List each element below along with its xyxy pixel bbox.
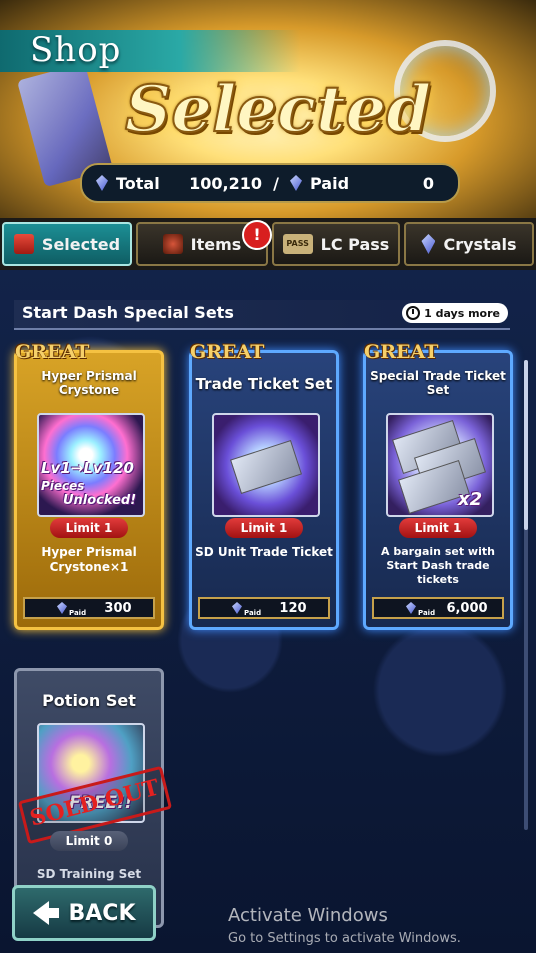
- scrollbar-thumb[interactable]: [524, 360, 528, 530]
- price-label: Paid: [244, 609, 262, 617]
- shop-card-trade-ticket-set[interactable]: GREAT Trade Ticket Set Limit 1 SD Unit T…: [189, 341, 339, 630]
- card-description: SD Training Set: [36, 867, 142, 881]
- price-box: Paid 120: [198, 597, 330, 619]
- pieces-overlay: Pieces: [41, 479, 85, 493]
- scrollbar[interactable]: [524, 360, 528, 830]
- shop-tabs: Selected Items ! PASS LC Pass Crystals: [0, 218, 536, 270]
- limit-badge: Limit 1: [50, 518, 128, 538]
- gift-box-icon: [13, 234, 34, 254]
- crystone-image: Lv1→Lv120 Pieces Unlocked!: [37, 413, 145, 517]
- currency-bar: Total 100,210 / Paid 0: [80, 163, 460, 203]
- back-label: BACK: [68, 900, 136, 926]
- clock-icon: [406, 306, 421, 320]
- total-label: Total: [116, 173, 160, 193]
- banner-title: Selected: [124, 71, 432, 148]
- level-overlay: Lv1→Lv120: [41, 459, 134, 477]
- paid-crystal-icon: [232, 602, 242, 614]
- paid-value: 0: [422, 173, 434, 193]
- shop-banner: Shop Selected Total 100,210 / Paid 0: [0, 0, 536, 218]
- tab-label: Selected: [41, 234, 121, 254]
- card-title: Potion Set: [42, 691, 136, 710]
- tab-label: Crystals: [443, 234, 517, 254]
- card-description: Hyper Prismal Crystone×1: [41, 545, 137, 574]
- crystal-icon: [421, 234, 436, 254]
- activation-watermark-title: Activate Windows: [228, 905, 388, 926]
- trade-ticket-image: [212, 413, 320, 517]
- ticket-icon: [230, 439, 302, 495]
- currency-separator: /: [273, 173, 279, 193]
- section-header: Start Dash Special Sets 1 days more: [14, 300, 510, 330]
- card-title: Special Trade Ticket Set: [370, 369, 506, 397]
- card-title: Hyper Prismal Crystone: [41, 369, 137, 397]
- price-value: 120: [279, 600, 307, 616]
- price-label: Paid: [69, 609, 87, 617]
- price-value: 300: [104, 600, 132, 616]
- limit-badge: Limit 0: [50, 831, 128, 851]
- shop-card-hyper-prismal[interactable]: GREAT Hyper Prismal Crystone Lv1→Lv120 P…: [14, 341, 164, 630]
- great-badge: GREAT: [364, 341, 439, 363]
- pass-ticket-icon: PASS: [282, 234, 313, 254]
- alert-badge: !: [242, 220, 272, 250]
- limit-badge: Limit 1: [399, 518, 477, 538]
- card-title: Trade Ticket Set: [195, 375, 333, 393]
- tab-label: LC Pass: [320, 234, 390, 254]
- shop-title: Shop: [30, 30, 122, 70]
- paid-label: Paid: [310, 173, 350, 193]
- unlocked-overlay: Unlocked!: [63, 493, 137, 508]
- quantity-overlay: x2: [458, 489, 483, 510]
- paid-crystal-icon: [57, 602, 67, 614]
- items-icon: [162, 234, 183, 254]
- card-description: SD Unit Trade Ticket: [195, 545, 333, 559]
- paid-crystal-icon: [406, 602, 416, 614]
- tab-selected[interactable]: Selected: [2, 222, 132, 266]
- price-value: 6,000: [446, 600, 488, 616]
- card-description: A bargain set with Start Dash trade tick…: [381, 545, 495, 586]
- special-ticket-image: x2: [386, 413, 494, 517]
- back-button[interactable]: BACK: [12, 885, 156, 941]
- paid-crystal-icon: [290, 175, 302, 191]
- price-box: Paid 6,000: [372, 597, 504, 619]
- tab-crystals[interactable]: Crystals: [404, 222, 534, 266]
- tab-lc-pass[interactable]: PASS LC Pass: [272, 222, 400, 266]
- limit-badge: Limit 1: [225, 518, 303, 538]
- shop-card-special-trade-ticket-set[interactable]: GREAT Special Trade Ticket Set x2 Limit …: [363, 341, 513, 630]
- activation-watermark-subtitle: Go to Settings to activate Windows.: [228, 931, 461, 946]
- price-box: Paid 300: [23, 597, 155, 619]
- section-title: Start Dash Special Sets: [22, 303, 234, 322]
- timer-badge: 1 days more: [402, 303, 508, 323]
- timer-text: 1 days more: [424, 306, 500, 320]
- back-arrow-icon: [32, 901, 59, 925]
- tab-label: Items: [190, 234, 242, 254]
- total-value: 100,210: [189, 173, 262, 193]
- great-badge: GREAT: [190, 341, 265, 363]
- price-label: Paid: [418, 609, 436, 617]
- crystal-icon: [96, 175, 108, 191]
- shop-content: Start Dash Special Sets 1 days more GREA…: [0, 270, 536, 953]
- great-badge: GREAT: [15, 341, 90, 363]
